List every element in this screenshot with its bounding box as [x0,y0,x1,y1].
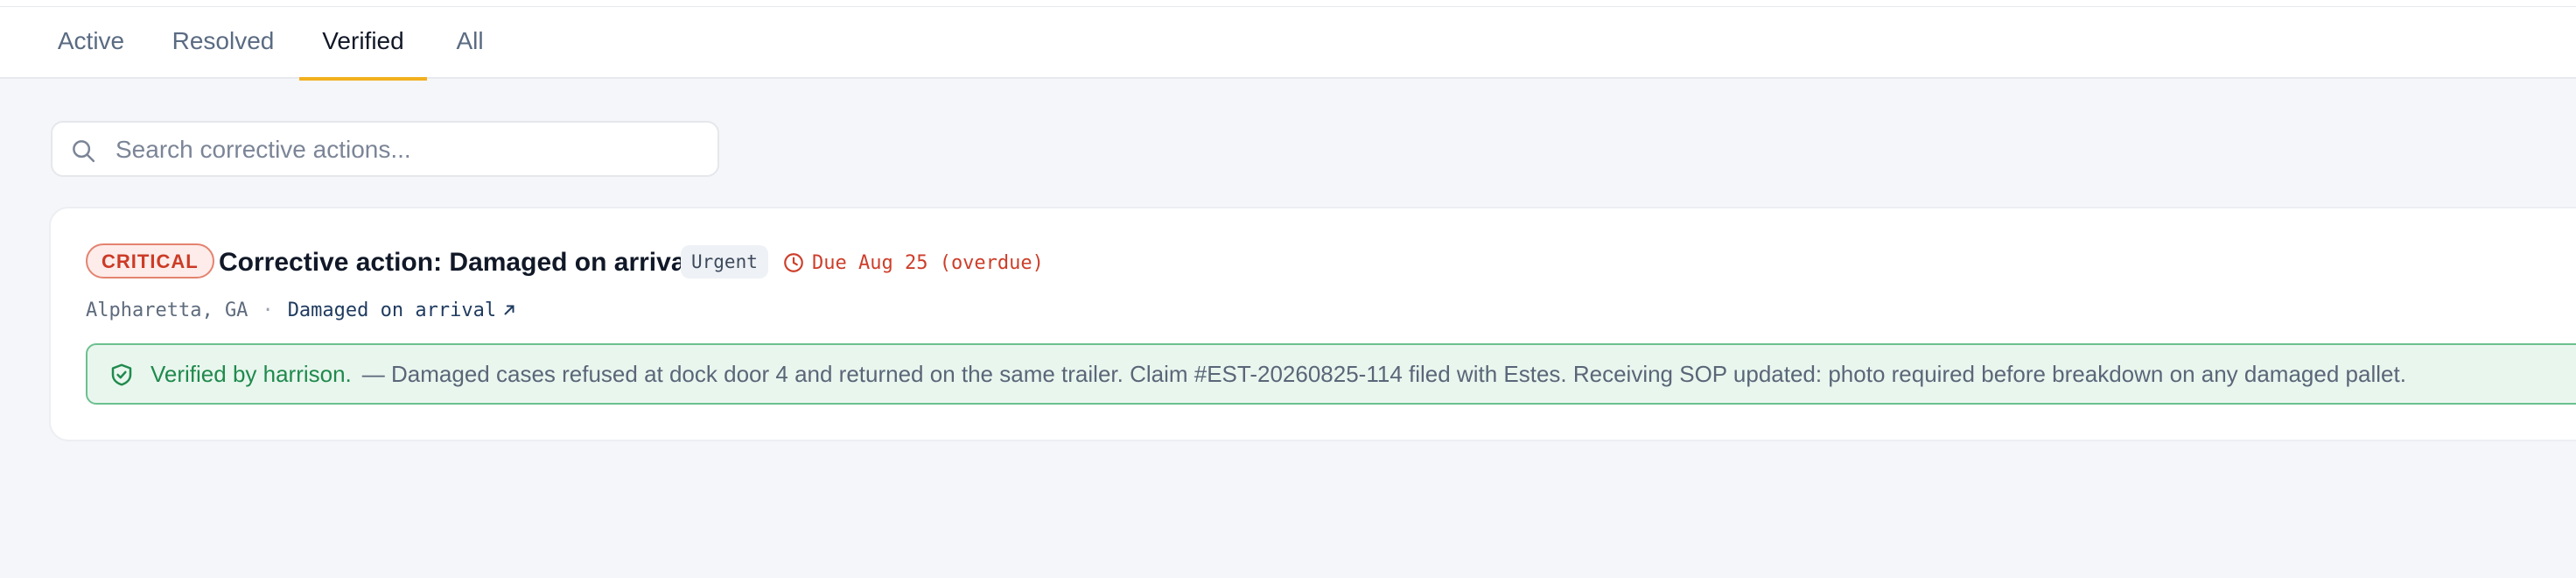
shield-check-icon [111,363,132,386]
severity-badge: CRITICAL [86,243,214,278]
verification-note: — Damaged cases refused at dock door 4 a… [361,361,2406,387]
tab-bar: Active Resolved Verified All [0,7,2576,81]
priority-badge: Urgent [681,245,768,278]
search-box[interactable] [51,121,719,177]
due-date-text: Due Aug 25 (overdue) [812,251,1044,274]
tab-active[interactable]: Active [56,7,126,79]
top-divider [0,0,2576,7]
external-link-icon[interactable] [501,302,517,318]
clock-icon [784,253,803,272]
search-input[interactable] [114,131,695,168]
location: Alpharetta, GA [86,299,248,321]
corrective-action-card[interactable]: CRITICAL Corrective action: Damaged on a… [49,207,2576,441]
meta-separator: · [262,299,274,321]
verification-text: Verified by harrison. — Damaged cases ref… [150,345,2406,403]
verification-banner: Verified by harrison. — Damaged cases ref… [86,343,2576,405]
card-meta: Alpharetta, GA · Damaged on arrival [86,296,517,324]
verified-by: Verified by harrison. [150,361,352,387]
card-title[interactable]: Corrective action: Damaged on arrival [219,245,693,280]
tab-all[interactable]: All [453,7,486,79]
due-date: Due Aug 25 (overdue) [782,249,1044,277]
tab-verified[interactable]: Verified [299,7,427,81]
tab-resolved[interactable]: Resolved [172,7,275,79]
search-icon [73,140,95,163]
issue-link[interactable]: Damaged on arrival [288,300,496,321]
